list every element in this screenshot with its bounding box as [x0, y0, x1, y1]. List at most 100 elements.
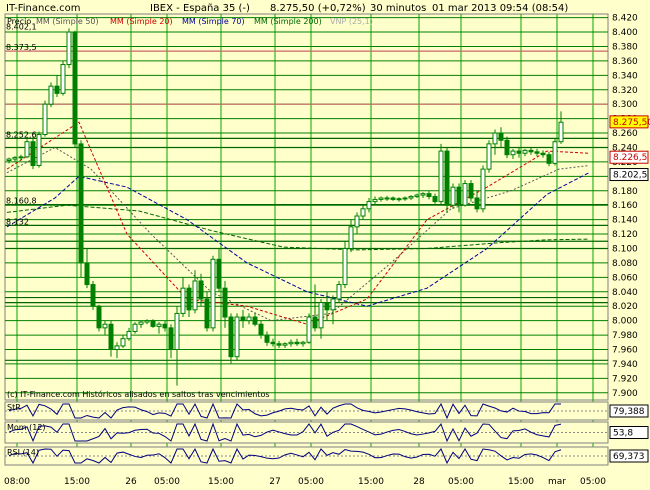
x-tick-label: 05:00 — [154, 477, 180, 487]
y-tick-label: 7.940 — [612, 360, 638, 370]
candle — [234, 313, 240, 361]
candle-body — [426, 193, 432, 198]
candle-body — [240, 316, 246, 322]
candle — [36, 131, 42, 168]
candle-body — [504, 139, 510, 156]
candle-body — [102, 323, 108, 329]
price-badge-text: 8.202,5 — [613, 171, 647, 181]
candle-body — [150, 320, 156, 327]
x-tick-label: 05:00 — [448, 477, 474, 487]
candle-body — [372, 198, 378, 203]
candle-body — [192, 280, 198, 311]
indicator-panel: Mom (12) 53,8 — [4, 421, 649, 444]
candle-body — [66, 31, 72, 66]
candle-body — [402, 197, 408, 200]
x-tick-label: 08:00 — [4, 477, 30, 487]
indicator-value: 79,388 — [613, 407, 645, 417]
candle-body — [300, 341, 306, 345]
candle-body — [282, 343, 288, 346]
y-tick-label: 8.000 — [612, 317, 638, 327]
candle — [342, 241, 348, 289]
candle-body — [540, 152, 546, 156]
x-tick-label: 27 — [269, 477, 280, 487]
y-tick-label: 8.020 — [612, 302, 638, 312]
candle — [480, 165, 486, 213]
indicator-name: Mom (12) — [7, 423, 46, 432]
candle-body — [30, 141, 36, 167]
y-tick-label: 8.420 — [612, 14, 638, 24]
candle — [462, 179, 468, 207]
candle-body — [54, 85, 60, 94]
candle-body — [270, 341, 276, 345]
y-tick-label: 8.120 — [612, 230, 638, 240]
x-tick-label: 15:00 — [358, 477, 384, 487]
candle-body — [12, 157, 18, 160]
candle-body — [474, 197, 480, 210]
y-tick-label: 7.980 — [612, 331, 638, 341]
candle-body — [378, 197, 384, 200]
candle-body — [276, 343, 282, 346]
instrument-title: IBEX - España 35 (-) — [150, 3, 250, 14]
candle-body — [396, 198, 402, 201]
candle-body — [516, 150, 522, 154]
candle-body — [138, 321, 144, 325]
candle-body — [528, 149, 534, 153]
candle-body — [90, 284, 96, 307]
candle-body — [186, 287, 192, 311]
candle-body — [342, 247, 348, 286]
candle — [48, 82, 54, 108]
candle-body — [294, 341, 300, 345]
candle-body — [228, 316, 234, 358]
candle — [336, 280, 342, 303]
brand-label: IT-Finance.com — [6, 3, 81, 14]
candle-body — [492, 132, 498, 145]
candle-body — [414, 194, 420, 198]
candle-body — [108, 323, 114, 350]
candle — [24, 138, 30, 159]
y-tick-label: 8.380 — [612, 42, 638, 52]
legend-mm200: MM (Simple 200) — [254, 17, 322, 26]
y-axis-labels: 8.4208.4008.3808.3608.3408.3208.3008.280… — [612, 14, 638, 399]
candle — [96, 304, 102, 332]
candle-body — [432, 196, 438, 203]
x-tick-label: 15:00 — [508, 477, 534, 487]
candle-body — [96, 305, 102, 329]
candle-body — [354, 215, 360, 228]
y-tick-label: 8.180 — [612, 187, 638, 197]
y-tick-label: 8.040 — [612, 288, 638, 298]
candle-body — [72, 31, 78, 145]
price-level-label: 8.252,6 — [6, 130, 37, 139]
y-tick-label: 8.080 — [612, 259, 638, 269]
candle — [444, 147, 450, 213]
x-tick-label: 15:00 — [208, 477, 234, 487]
candle-body — [24, 141, 30, 158]
candle — [66, 28, 72, 69]
price-badge: 8.202,5 — [609, 168, 649, 182]
candle-body — [462, 183, 468, 206]
y-tick-label: 8.160 — [612, 201, 638, 211]
price-level-label: 8.132 — [6, 217, 29, 226]
legend-mm50: MM (Simple 50) — [36, 17, 99, 26]
y-tick-label: 8.260 — [612, 129, 638, 139]
candle — [504, 136, 510, 159]
x-tick-label: 26 — [125, 477, 137, 487]
candle-body — [480, 168, 486, 210]
candle — [78, 140, 84, 278]
candle-body — [330, 298, 336, 311]
candle-body — [534, 151, 540, 154]
y-tick-label: 8.140 — [612, 216, 638, 226]
candle — [486, 140, 492, 173]
price-badge: 8.275,50 — [609, 115, 650, 129]
legend-vnp: VNP (25,1) — [330, 17, 373, 26]
candle-body — [450, 186, 456, 206]
candle — [72, 30, 78, 148]
candle-body — [18, 156, 24, 159]
indicator-panels: StR 79,388 Mom (12) 53,8 RSI (14) 69,373 — [4, 401, 649, 466]
candle-body — [360, 208, 366, 217]
y-tick-label: 7.960 — [612, 345, 638, 355]
candle — [228, 313, 234, 364]
candle-body — [84, 262, 90, 286]
candle-body — [258, 323, 264, 336]
candle-body — [120, 338, 126, 347]
candle-body — [156, 323, 162, 327]
